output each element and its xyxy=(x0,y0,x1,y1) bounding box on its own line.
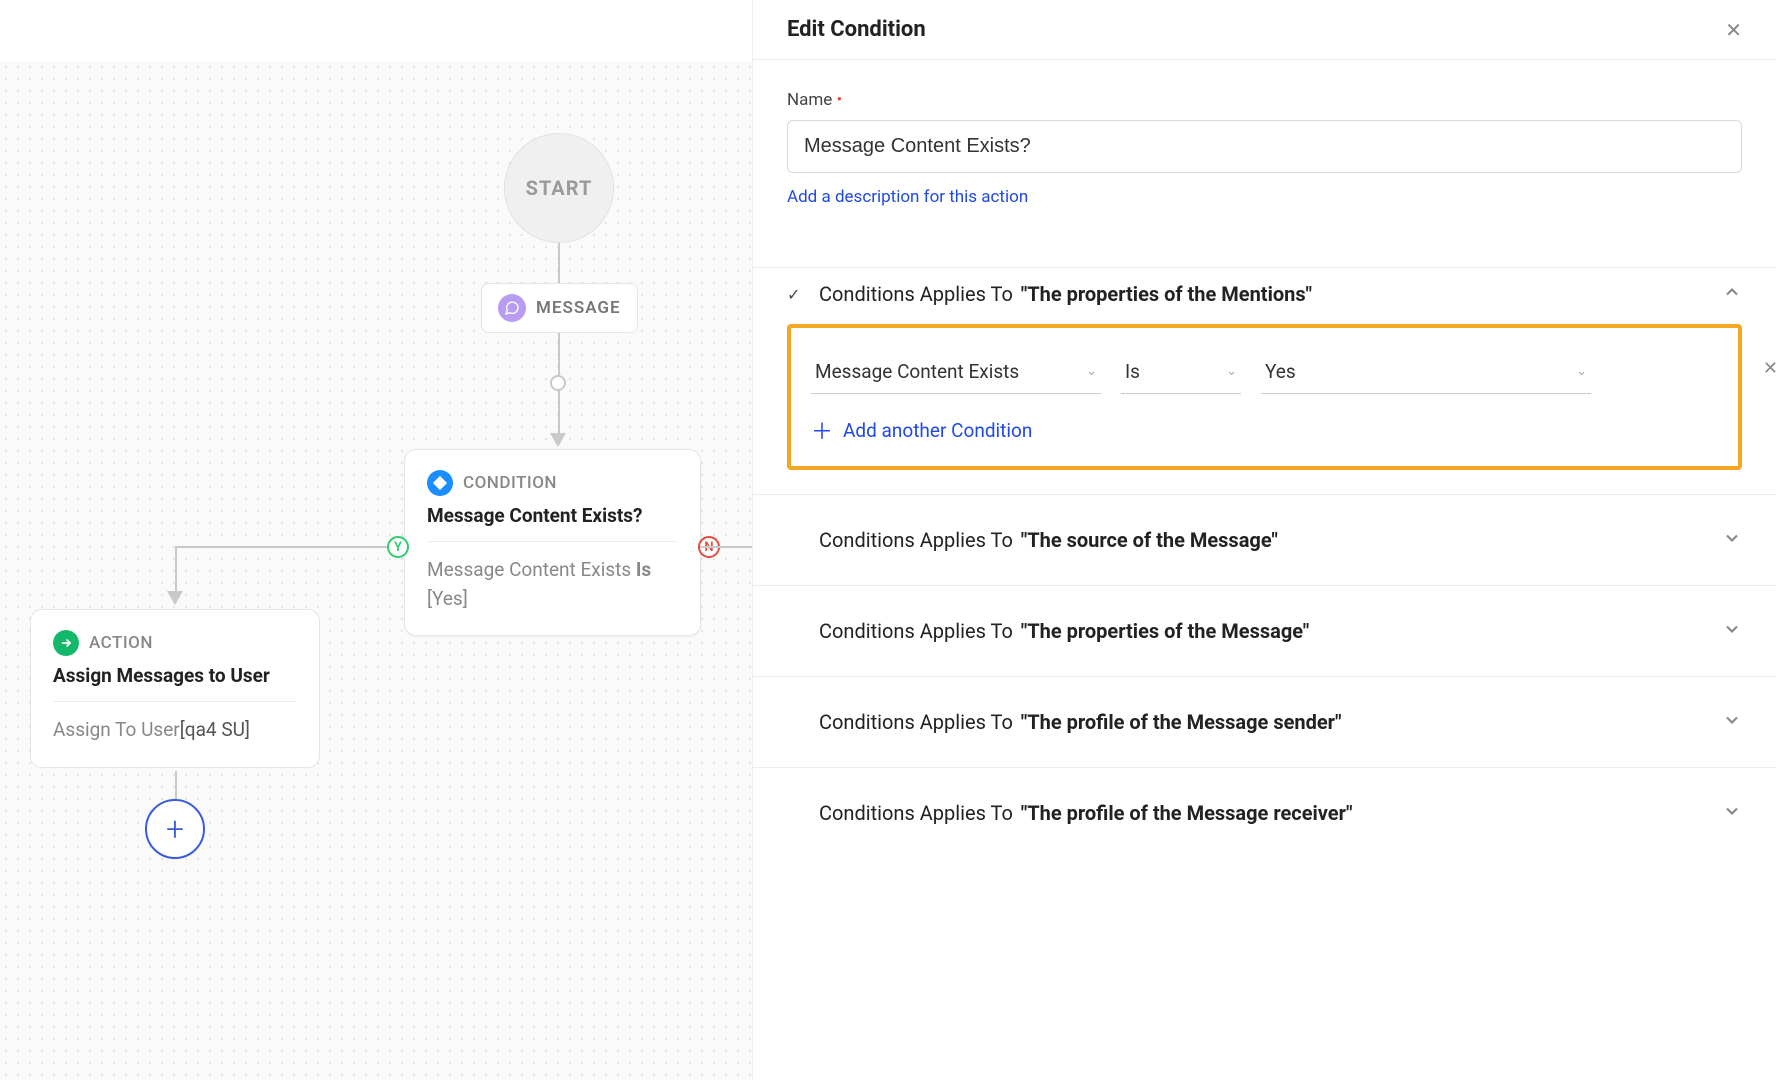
section-target: "The properties of the Mentions" xyxy=(1021,282,1312,306)
section-prefix: Conditions Applies To xyxy=(819,282,1013,306)
connector xyxy=(175,771,177,801)
add-description-link[interactable]: Add a description for this action xyxy=(787,187,1028,207)
arrow-icon xyxy=(550,433,566,447)
section-prefix: Conditions Applies To xyxy=(819,619,1013,643)
name-label: Name • xyxy=(787,90,1742,110)
chevron-down-icon xyxy=(1722,801,1742,826)
condition-title: Message Content Exists? xyxy=(427,504,678,527)
chevron-down-icon xyxy=(1722,710,1742,735)
plus-icon: + xyxy=(166,810,184,848)
detail-value: [Yes] xyxy=(427,587,468,610)
action-node[interactable]: ACTION Assign Messages to User Assign To… xyxy=(30,609,320,768)
start-node[interactable]: START xyxy=(504,133,614,243)
condition-node[interactable]: CONDITION Message Content Exists? Messag… xyxy=(404,449,701,636)
condition-type-label: CONDITION xyxy=(463,473,557,493)
condition-field-value: Message Content Exists xyxy=(815,360,1019,383)
arrow-icon xyxy=(167,591,183,605)
condition-value-select[interactable]: Yes ⌄ xyxy=(1261,354,1591,394)
section-prefix: Conditions Applies To xyxy=(819,801,1013,825)
check-icon: ✓ xyxy=(787,285,805,304)
chevron-down-icon: ⌄ xyxy=(1086,364,1097,379)
section-header[interactable]: Conditions Applies To "The properties of… xyxy=(787,586,1742,676)
edit-condition-panel: Edit Condition ✕ Name • Add a descriptio… xyxy=(752,0,1776,1080)
connector xyxy=(558,243,560,283)
section-header[interactable]: Conditions Applies To "The source of the… xyxy=(787,495,1742,585)
detail-op: Is xyxy=(636,558,651,581)
condition-editor-highlight: Message Content Exists ⌄ Is ⌄ Yes ⌄ ✕ ＋ … xyxy=(787,324,1742,470)
conditions-section: Conditions Applies To "The profile of th… xyxy=(753,676,1776,767)
section-header[interactable]: ✓ Conditions Applies To "The properties … xyxy=(787,268,1742,320)
add-condition-button[interactable]: ＋ Add another Condition xyxy=(811,414,1718,446)
condition-row: Message Content Exists ⌄ Is ⌄ Yes ⌄ xyxy=(811,354,1718,394)
section-prefix: Conditions Applies To xyxy=(819,710,1013,734)
connector xyxy=(175,546,177,594)
condition-detail: Message Content Exists Is [Yes] xyxy=(427,556,678,613)
section-target: "The source of the Message" xyxy=(1021,528,1278,552)
conditions-section: Conditions Applies To "The source of the… xyxy=(753,494,1776,585)
name-input[interactable] xyxy=(787,120,1742,173)
add-step-button[interactable]: + xyxy=(145,799,205,859)
name-label-text: Name xyxy=(787,90,832,110)
condition-operator-value: Is xyxy=(1125,360,1140,383)
required-indicator: • xyxy=(837,90,843,110)
connector xyxy=(175,546,387,548)
condition-operator-select[interactable]: Is ⌄ xyxy=(1121,354,1241,394)
action-title: Assign Messages to User xyxy=(53,664,297,687)
branch-yes-label: Y xyxy=(394,540,402,555)
condition-icon xyxy=(427,470,453,496)
node-type-row: ACTION xyxy=(53,630,297,656)
node-type-row: CONDITION xyxy=(427,470,678,496)
close-icon[interactable]: ✕ xyxy=(1725,18,1742,42)
chevron-down-icon xyxy=(1722,528,1742,553)
chevron-down-icon xyxy=(1722,619,1742,644)
panel-header: Edit Condition ✕ xyxy=(753,0,1776,60)
workflow-canvas[interactable]: START MESSAGE CONDITION Message Content … xyxy=(0,60,752,1080)
chevron-down-icon: ⌄ xyxy=(1226,364,1237,379)
message-icon xyxy=(498,294,526,322)
action-type-label: ACTION xyxy=(89,633,153,653)
condition-value-value: Yes xyxy=(1265,360,1296,383)
connector-node[interactable] xyxy=(550,375,566,391)
branch-yes[interactable]: Y xyxy=(387,536,409,558)
condition-field-select[interactable]: Message Content Exists ⌄ xyxy=(811,354,1101,394)
add-condition-label: Add another Condition xyxy=(843,419,1032,442)
conditions-section: Conditions Applies To "The profile of th… xyxy=(753,767,1776,858)
connector xyxy=(700,546,755,548)
section-prefix: Conditions Applies To xyxy=(819,528,1013,552)
chevron-up-icon xyxy=(1722,282,1742,307)
message-label: MESSAGE xyxy=(536,298,621,318)
section-target: "The properties of the Message" xyxy=(1021,619,1309,643)
action-detail: Assign To User[qa4 SU] xyxy=(53,716,297,745)
plus-icon: ＋ xyxy=(811,414,833,446)
section-target: "The profile of the Message sender" xyxy=(1021,710,1342,734)
start-label: START xyxy=(526,176,593,200)
action-detail-label: Assign To User xyxy=(53,718,180,741)
conditions-section: Conditions Applies To "The properties of… xyxy=(753,585,1776,676)
chevron-down-icon: ⌄ xyxy=(1576,364,1587,379)
remove-condition-button[interactable]: ✕ xyxy=(1763,358,1776,379)
panel-title: Edit Condition xyxy=(787,17,926,42)
section-target: "The profile of the Message receiver" xyxy=(1021,801,1353,825)
detail-field: Message Content Exists xyxy=(427,558,631,581)
section-header[interactable]: Conditions Applies To "The profile of th… xyxy=(787,768,1742,858)
message-node[interactable]: MESSAGE xyxy=(481,283,638,333)
divider xyxy=(427,541,678,542)
action-icon xyxy=(53,630,79,656)
section-header[interactable]: Conditions Applies To "The profile of th… xyxy=(787,677,1742,767)
action-detail-value: [qa4 SU] xyxy=(180,718,250,741)
divider xyxy=(53,701,297,702)
conditions-section: ✓ Conditions Applies To "The properties … xyxy=(753,267,1776,470)
